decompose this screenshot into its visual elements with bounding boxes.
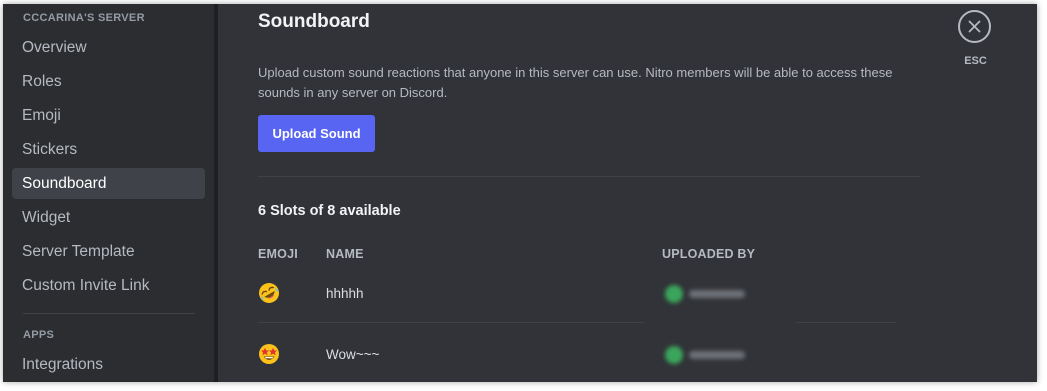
uploader-avatar (665, 345, 749, 365)
uploader-avatar (665, 284, 749, 304)
column-header-uploaded-by: UPLOADED BY (662, 247, 756, 261)
section-divider (258, 176, 920, 177)
sound-name: hhhhh (326, 286, 364, 301)
sidebar-item-widget[interactable]: Widget (12, 202, 205, 233)
sidebar-item-roles[interactable]: Roles (12, 66, 205, 97)
sidebar-item-emoji[interactable]: Emoji (12, 100, 205, 131)
esc-label: ESC (964, 55, 987, 67)
sidebar-item-server-template[interactable]: Server Template (12, 236, 205, 267)
upload-sound-button[interactable]: Upload Sound (258, 115, 375, 152)
sidebar-item-custom-invite-link[interactable]: Custom Invite Link (12, 270, 205, 301)
server-name-header: CCCARINA'S SERVER (23, 12, 145, 24)
server-settings-window: CCCARINA'S SERVER Overview Roles Emoji S… (3, 4, 1037, 382)
sidebar-item-stickers[interactable]: Stickers (12, 134, 205, 165)
star-struck-icon (259, 344, 279, 364)
apps-section-header: APPS (23, 329, 55, 341)
sidebar-divider (23, 313, 195, 314)
sidebar-item-integrations[interactable]: Integrations (12, 349, 205, 380)
sidebar-item-overview[interactable]: Overview (12, 32, 205, 63)
page-description: Upload custom sound reactions that anyon… (258, 65, 893, 100)
column-header-name: NAME (326, 247, 364, 261)
page-title: Soundboard (258, 11, 370, 32)
column-header-emoji: EMOJI (258, 247, 298, 261)
close-icon (968, 20, 981, 33)
row-divider (796, 322, 896, 323)
slots-available-text: 6 Slots of 8 available (258, 203, 401, 219)
rolling-on-floor-laughing-icon (259, 283, 279, 303)
settings-sidebar: CCCARINA'S SERVER Overview Roles Emoji S… (3, 4, 214, 382)
soundboard-page: Soundboard Upload custom sound reactions… (218, 4, 1037, 382)
sound-name: Wow~~~ (326, 347, 380, 362)
sidebar-item-soundboard[interactable]: Soundboard (12, 168, 205, 199)
close-button[interactable] (958, 10, 991, 43)
row-divider (258, 322, 644, 323)
